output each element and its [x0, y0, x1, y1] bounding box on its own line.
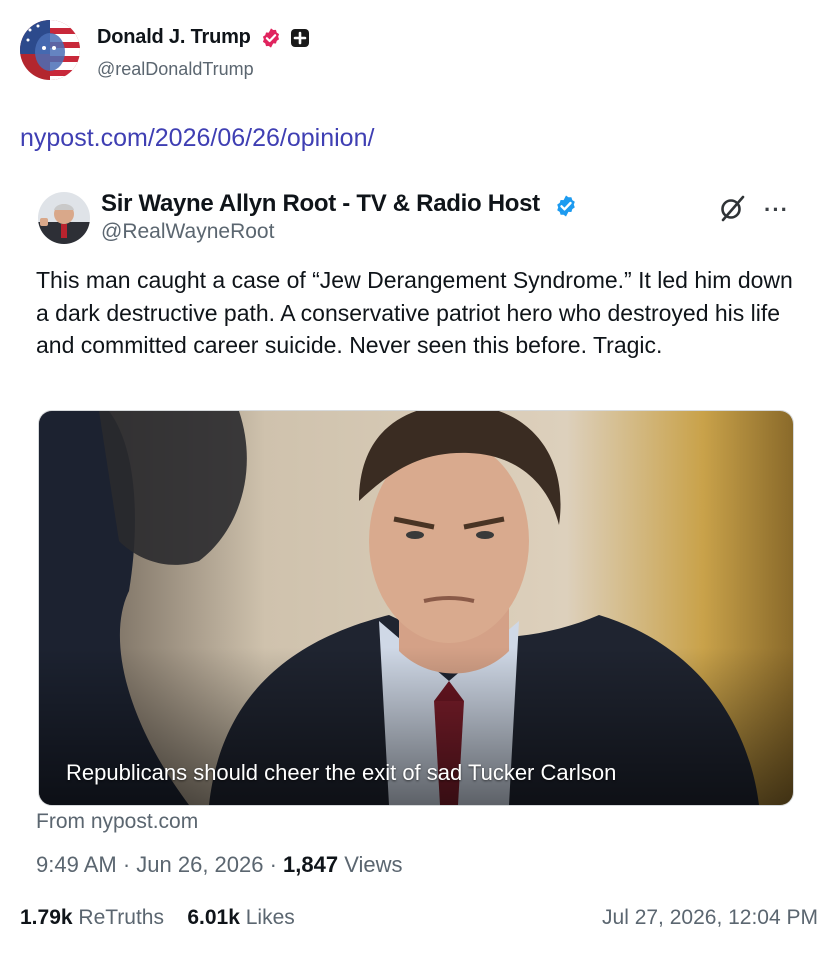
- post-timestamp[interactable]: Jul 27, 2026, 12:04 PM: [602, 906, 818, 930]
- media-caption: Republicans should cheer the exit of sad…: [66, 760, 617, 785]
- media-source[interactable]: From nypost.com: [36, 810, 198, 834]
- quoted-post-media[interactable]: [38, 410, 794, 806]
- quoted-post-time: 9:49 AM · Jun 26, 2026 ·: [36, 852, 284, 877]
- retruths-count[interactable]: 1.79k: [20, 906, 73, 929]
- views-label: Views: [338, 852, 403, 877]
- quoted-post-meta: 9:49 AM · Jun 26, 2026 · 1,847 Views: [36, 852, 403, 878]
- media-photo-image: [39, 411, 793, 805]
- likes-count[interactable]: 6.01k: [187, 906, 240, 929]
- avatar-image: [20, 20, 80, 80]
- quoted-author-avatar[interactable]: [38, 192, 90, 244]
- quoted-avatar-image: [38, 192, 90, 244]
- views-count: 1,847: [283, 852, 339, 877]
- grok-slash-icon[interactable]: [718, 194, 746, 222]
- author-handle[interactable]: @realDonaldTrump: [97, 59, 254, 80]
- plus-badge-icon: [291, 29, 309, 47]
- quoted-post-text: This man caught a case of “Jew Derangeme…: [36, 267, 793, 358]
- verified-badge-icon: [262, 28, 280, 48]
- quoted-author-handle[interactable]: @RealWayneRoot: [101, 220, 274, 244]
- author-display-name[interactable]: Donald J. Trump: [97, 26, 251, 49]
- quoted-verified-badge-icon: [557, 195, 575, 217]
- quoted-author-display-name[interactable]: Sir Wayne Allyn Root - TV & Radio Host: [101, 190, 540, 218]
- more-options-icon[interactable]: ···: [764, 197, 789, 223]
- post-link[interactable]: nypost.com/2026/06/26/opinion/: [20, 124, 374, 153]
- post-stats: 1.79k ReTruths 6.01k Likes: [20, 906, 295, 930]
- retruths-label[interactable]: ReTruths: [78, 906, 164, 929]
- author-avatar[interactable]: [20, 20, 80, 80]
- likes-label[interactable]: Likes: [246, 906, 295, 929]
